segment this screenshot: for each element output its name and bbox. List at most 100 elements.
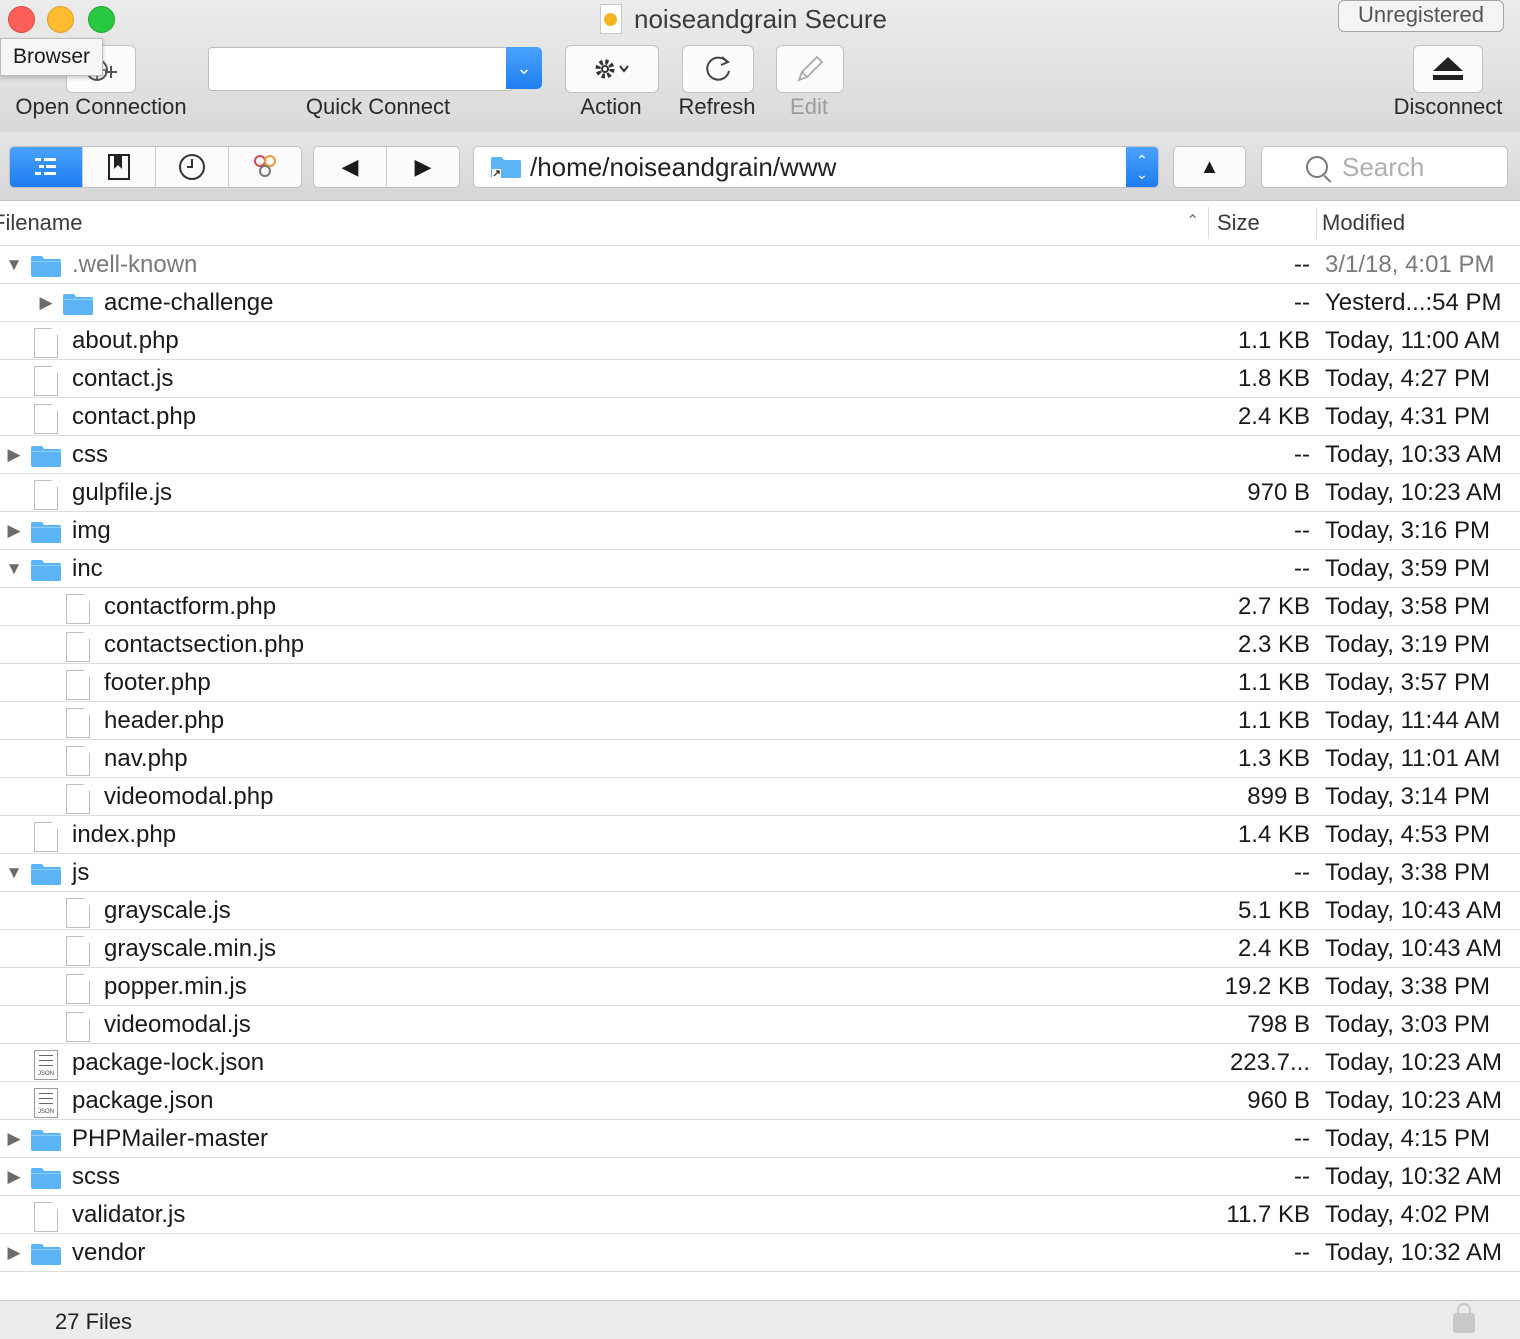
document-icon xyxy=(66,708,90,738)
file-row[interactable]: ▶ acme-challenge -- Yesterd...:54 PM xyxy=(0,284,1520,322)
document-icon xyxy=(66,784,90,814)
file-row[interactable]: ▼ js -- Today, 3:38 PM xyxy=(0,854,1520,892)
file-row[interactable]: validator.js 11.7 KB Today, 4:02 PM xyxy=(0,1196,1520,1234)
bookmarks-button[interactable] xyxy=(83,147,156,187)
file-name: grayscale.min.js xyxy=(104,935,277,962)
document-icon xyxy=(66,632,90,662)
file-name: js xyxy=(72,859,90,886)
file-name: package-lock.json xyxy=(72,1049,265,1076)
document-icon xyxy=(34,480,58,510)
search-field[interactable]: Search xyxy=(1261,146,1508,188)
forward-arrow-icon: ▶ xyxy=(414,154,432,179)
history-button[interactable] xyxy=(156,147,229,187)
edit-button[interactable] xyxy=(776,45,844,93)
disclosure-expanded-icon[interactable]: ▼ xyxy=(5,550,23,587)
file-row[interactable]: grayscale.js 5.1 KB Today, 10:43 AM xyxy=(0,892,1520,930)
forward-button[interactable]: ▶ xyxy=(387,147,459,187)
file-row[interactable]: about.php 1.1 KB Today, 11:00 AM xyxy=(0,322,1520,360)
file-size: -- xyxy=(1294,859,1310,886)
file-name: contactform.php xyxy=(104,593,277,620)
back-button[interactable]: ◀ xyxy=(314,147,387,187)
document-icon xyxy=(600,4,622,34)
file-row[interactable]: JSON package-lock.json 223.7... Today, 10:2… xyxy=(0,1044,1520,1082)
folder-icon xyxy=(31,1130,61,1151)
disclosure-expanded-icon[interactable]: ▼ xyxy=(5,854,23,891)
file-row[interactable]: contact.php 2.4 KB Today, 4:31 PM xyxy=(0,398,1520,436)
open-connection-label: Open Connection xyxy=(15,94,187,119)
column-modified[interactable]: Modified xyxy=(1322,210,1405,236)
file-row[interactable]: grayscale.min.js 2.4 KB Today, 10:43 AM xyxy=(0,930,1520,968)
document-icon xyxy=(34,1202,58,1232)
file-name: css xyxy=(72,441,108,468)
minimize-window-button[interactable] xyxy=(47,6,74,33)
disconnect-label: Disconnect xyxy=(1393,94,1503,119)
file-list: ▼ .well-known -- 3/1/18, 4:01 PM ▶ acme-chall… xyxy=(0,246,1520,1272)
file-name: scss xyxy=(72,1163,120,1190)
file-size: 2.4 KB xyxy=(1237,403,1310,430)
file-modified: Today, 3:38 PM xyxy=(1325,973,1490,1000)
zoom-window-button[interactable] xyxy=(88,6,115,33)
disclosure-collapsed-icon[interactable]: ▶ xyxy=(5,512,23,549)
disconnect-button[interactable] xyxy=(1413,45,1483,93)
parent-directory-button[interactable]: ▲ xyxy=(1173,146,1246,188)
file-size: -- xyxy=(1294,555,1310,582)
lock-icon xyxy=(1453,1303,1475,1333)
file-row[interactable]: videomodal.php 899 B Today, 3:14 PM xyxy=(0,778,1520,816)
quick-connect-input[interactable] xyxy=(208,47,512,91)
file-row[interactable]: header.php 1.1 KB Today, 11:44 AM xyxy=(0,702,1520,740)
browser-view-button[interactable] xyxy=(10,147,83,187)
file-name: index.php xyxy=(72,821,177,848)
disclosure-collapsed-icon[interactable]: ▶ xyxy=(37,284,55,321)
file-row[interactable]: ▶ scss -- Today, 10:32 AM xyxy=(0,1158,1520,1196)
file-modified: Yesterd...:54 PM xyxy=(1325,289,1502,316)
file-name: gulpfile.js xyxy=(72,479,173,506)
file-modified: Today, 10:33 AM xyxy=(1325,441,1502,468)
disclosure-expanded-icon[interactable]: ▼ xyxy=(5,246,23,283)
file-row[interactable]: nav.php 1.3 KB Today, 11:01 AM xyxy=(0,740,1520,778)
file-row[interactable]: videomodal.js 798 B Today, 3:03 PM xyxy=(0,1006,1520,1044)
bonjour-button[interactable] xyxy=(229,147,301,187)
file-row[interactable]: ▶ css -- Today, 10:33 AM xyxy=(0,436,1520,474)
file-size: 19.2 KB xyxy=(1224,973,1310,1000)
document-icon xyxy=(66,594,90,624)
disclosure-collapsed-icon[interactable]: ▶ xyxy=(5,1158,23,1195)
file-row[interactable]: ▶ img -- Today, 3:16 PM xyxy=(0,512,1520,550)
column-size[interactable]: Size xyxy=(1217,210,1260,236)
file-row[interactable]: ▶ PHPMailer-master -- Today, 4:15 PM xyxy=(0,1120,1520,1158)
path-stepper[interactable]: ⌃ ⌄ xyxy=(1126,147,1158,187)
file-size: 1.4 KB xyxy=(1237,821,1310,848)
file-row[interactable]: JSON package.json 960 B Today, 10:23 AM xyxy=(0,1082,1520,1120)
column-divider[interactable] xyxy=(1208,207,1209,239)
file-row[interactable]: contactform.php 2.7 KB Today, 3:58 PM xyxy=(0,588,1520,626)
file-row[interactable]: index.php 1.4 KB Today, 4:53 PM xyxy=(0,816,1520,854)
file-name: validator.js xyxy=(72,1201,186,1228)
file-size: 2.4 KB xyxy=(1237,935,1310,962)
file-name: videomodal.php xyxy=(104,783,274,810)
folder-icon xyxy=(31,446,61,467)
column-filename[interactable]: Filename xyxy=(0,210,82,236)
file-row[interactable]: contact.js 1.8 KB Today, 4:27 PM xyxy=(0,360,1520,398)
close-window-button[interactable] xyxy=(8,6,35,33)
file-row[interactable]: footer.php 1.1 KB Today, 3:57 PM xyxy=(0,664,1520,702)
column-divider[interactable] xyxy=(1316,207,1317,239)
unregistered-badge[interactable]: Unregistered xyxy=(1338,0,1504,32)
disclosure-collapsed-icon[interactable]: ▶ xyxy=(5,1120,23,1157)
folder-icon xyxy=(31,1168,61,1189)
file-row[interactable]: contactsection.php 2.3 KB Today, 3:19 PM xyxy=(0,626,1520,664)
path-selector[interactable]: /home/noiseandgrain/www ⌃ ⌄ xyxy=(473,146,1159,188)
folder-icon xyxy=(31,864,61,885)
file-row[interactable]: ▼ inc -- Today, 3:59 PM xyxy=(0,550,1520,588)
disclosure-collapsed-icon[interactable]: ▶ xyxy=(5,436,23,473)
action-button[interactable] xyxy=(565,45,659,93)
file-modified: Today, 11:01 AM xyxy=(1325,745,1501,772)
file-row[interactable]: gulpfile.js 970 B Today, 10:23 AM xyxy=(0,474,1520,512)
document-icon xyxy=(34,822,58,852)
file-row[interactable]: ▶ vendor -- Today, 10:32 AM xyxy=(0,1234,1520,1272)
file-modified: Today, 11:00 AM xyxy=(1325,327,1501,354)
quick-connect-dropdown[interactable]: ⌄ xyxy=(506,47,542,89)
refresh-button[interactable] xyxy=(682,45,754,93)
file-row[interactable]: ▼ .well-known -- 3/1/18, 4:01 PM xyxy=(0,246,1520,284)
file-row[interactable]: popper.min.js 19.2 KB Today, 3:38 PM xyxy=(0,968,1520,1006)
disclosure-collapsed-icon[interactable]: ▶ xyxy=(5,1234,23,1271)
file-name: footer.php xyxy=(104,669,211,696)
